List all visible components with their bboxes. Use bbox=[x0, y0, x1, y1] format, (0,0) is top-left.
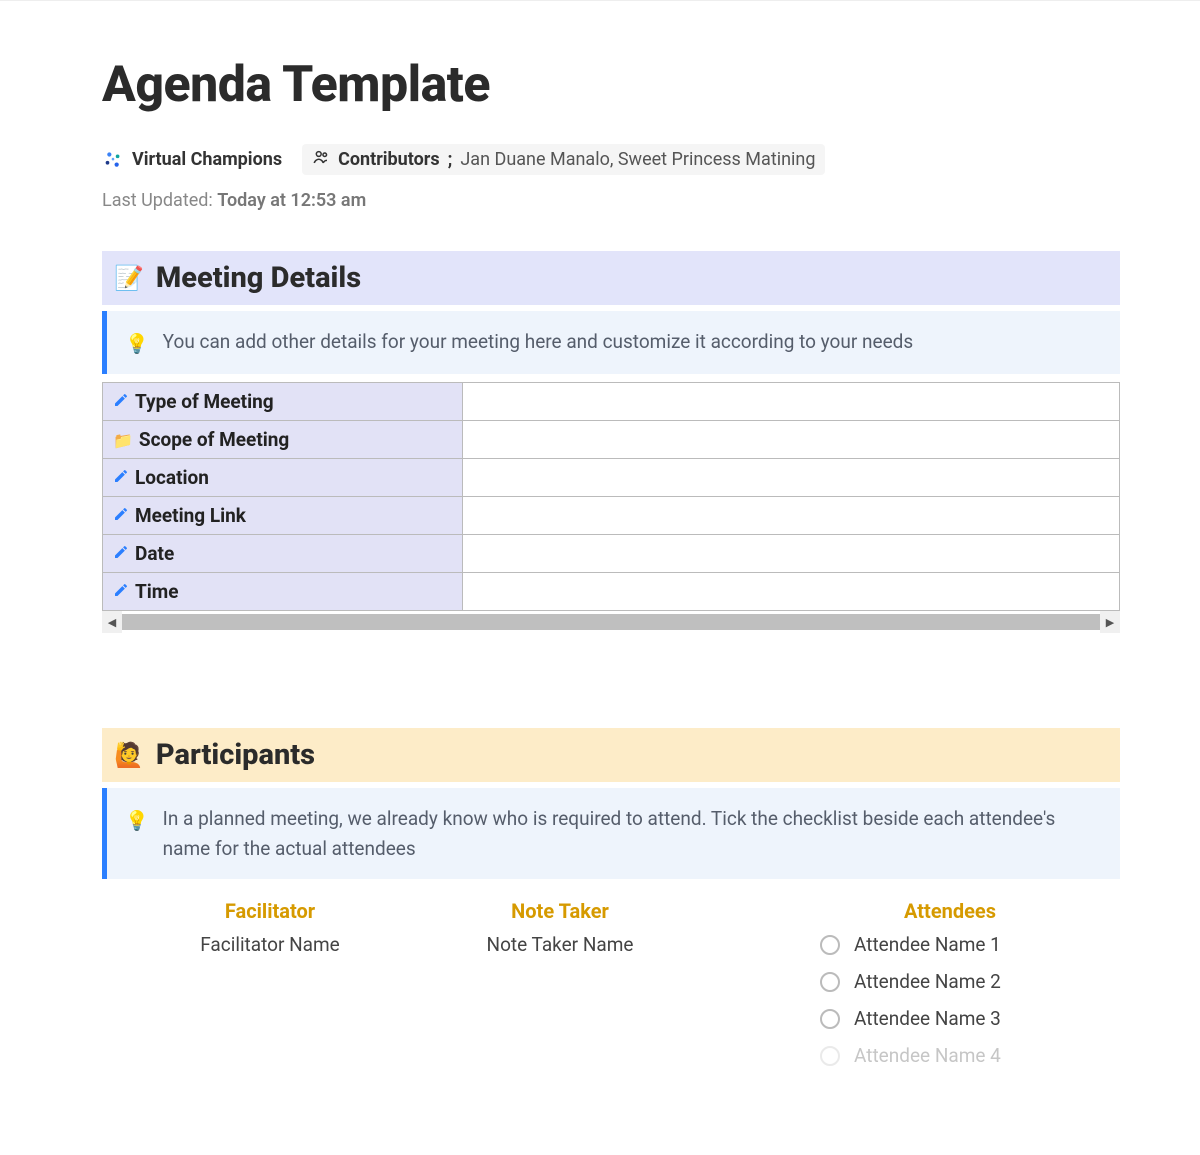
attendee-checkbox[interactable] bbox=[820, 972, 840, 992]
pencil-icon bbox=[113, 390, 129, 413]
detail-label: Location bbox=[135, 466, 209, 489]
bulb-icon: 💡 bbox=[125, 806, 149, 835]
pencil-icon bbox=[113, 466, 129, 489]
contributors-chip[interactable]: Contributors; Jan Duane Manalo, Sweet Pr… bbox=[302, 144, 825, 175]
attendee-name: Attendee Name 4 bbox=[854, 1044, 1001, 1067]
section-header-meeting-details: 📝 Meeting Details bbox=[102, 251, 1120, 305]
table-row: Time bbox=[103, 573, 1120, 611]
facilitator-header: Facilitator bbox=[140, 899, 400, 923]
detail-label-cell: Meeting Link bbox=[103, 497, 463, 535]
attendee-row: Attendee Name 2 bbox=[820, 970, 1120, 993]
detail-label: Type of Meeting bbox=[135, 390, 274, 413]
callout-text: You can add other details for your meeti… bbox=[163, 327, 914, 356]
details-table: Type of Meeting📁 Scope of Meeting Location… bbox=[102, 382, 1120, 611]
detail-label-cell: Date bbox=[103, 535, 463, 573]
callout-details: 💡 You can add other details for your mee… bbox=[102, 311, 1120, 374]
detail-label-cell: 📁 Scope of Meeting bbox=[103, 421, 463, 459]
attendee-checkbox[interactable] bbox=[820, 1009, 840, 1029]
scroll-right-icon[interactable]: ▶ bbox=[1100, 611, 1120, 633]
attendee-row: Attendee Name 3 bbox=[820, 1007, 1120, 1030]
team-name: Virtual Champions bbox=[132, 149, 282, 170]
attendee-checkbox[interactable] bbox=[820, 1046, 840, 1066]
people-icon bbox=[312, 148, 330, 171]
participants-columns: Facilitator Facilitator Name Note Taker … bbox=[102, 887, 1120, 1081]
facilitator-value[interactable]: Facilitator Name bbox=[140, 933, 400, 956]
horizontal-scrollbar[interactable]: ◀ ▶ bbox=[102, 611, 1120, 633]
table-row: Type of Meeting bbox=[103, 383, 1120, 421]
detail-label: Date bbox=[135, 542, 174, 565]
attendee-checkbox[interactable] bbox=[820, 935, 840, 955]
detail-label-cell: Location bbox=[103, 459, 463, 497]
detail-value-cell[interactable] bbox=[463, 535, 1120, 573]
attendees-column: Attendees Attendee Name 1 Attendee Name 2… bbox=[720, 899, 1120, 1081]
meta-row: Virtual Champions Contributors; Jan Duan… bbox=[102, 144, 1120, 175]
notepad-icon: 📝 bbox=[114, 264, 144, 292]
callout-text: In a planned meeting, we already know wh… bbox=[163, 804, 1102, 863]
facilitator-column: Facilitator Facilitator Name bbox=[140, 899, 400, 1081]
scroll-track[interactable] bbox=[122, 614, 1100, 630]
team-icon bbox=[102, 149, 124, 171]
table-row: Date bbox=[103, 535, 1120, 573]
detail-label-cell: Type of Meeting bbox=[103, 383, 463, 421]
detail-label-cell: Time bbox=[103, 573, 463, 611]
pencil-icon bbox=[113, 542, 129, 565]
attendee-name: Attendee Name 2 bbox=[854, 970, 1001, 993]
detail-label: Meeting Link bbox=[135, 504, 246, 527]
detail-value-cell[interactable] bbox=[463, 497, 1120, 535]
bulb-icon: 💡 bbox=[125, 329, 149, 358]
last-updated-value: Today at 12:53 am bbox=[217, 190, 366, 211]
contributors-label: Contributors bbox=[338, 149, 440, 170]
page-title: Agenda Template bbox=[102, 56, 1120, 114]
scroll-left-icon[interactable]: ◀ bbox=[102, 611, 122, 633]
detail-value-cell[interactable] bbox=[463, 421, 1120, 459]
detail-value-cell[interactable] bbox=[463, 383, 1120, 421]
table-row: Meeting Link bbox=[103, 497, 1120, 535]
last-updated-label: Last Updated: bbox=[102, 190, 213, 211]
table-row: Location bbox=[103, 459, 1120, 497]
detail-label: Scope of Meeting bbox=[139, 428, 289, 451]
callout-participants: 💡 In a planned meeting, we already know … bbox=[102, 788, 1120, 879]
section-header-participants: 🙋 Participants bbox=[102, 728, 1120, 782]
attendee-row: Attendee Name 1 bbox=[820, 933, 1120, 956]
notetaker-value[interactable]: Note Taker Name bbox=[400, 933, 720, 956]
raise-hand-icon: 🙋 bbox=[114, 741, 144, 769]
attendee-row: Attendee Name 4 bbox=[820, 1044, 1120, 1067]
detail-value-cell[interactable] bbox=[463, 573, 1120, 611]
attendee-name: Attendee Name 1 bbox=[854, 933, 1001, 956]
pencil-icon bbox=[113, 504, 129, 527]
attendee-name: Attendee Name 3 bbox=[854, 1007, 1001, 1030]
last-updated: Last Updated: Today at 12:53 am bbox=[102, 190, 1120, 211]
attendees-header: Attendees bbox=[780, 899, 1120, 923]
section-title: Participants bbox=[156, 738, 315, 772]
section-title: Meeting Details bbox=[156, 261, 361, 295]
notetaker-header: Note Taker bbox=[400, 899, 720, 923]
detail-value-cell[interactable] bbox=[463, 459, 1120, 497]
folder-icon: 📁 bbox=[113, 428, 133, 451]
notetaker-column: Note Taker Note Taker Name bbox=[400, 899, 720, 1081]
table-row: 📁 Scope of Meeting bbox=[103, 421, 1120, 459]
contributors-names: Jan Duane Manalo, Sweet Princess Matinin… bbox=[460, 149, 815, 170]
detail-label: Time bbox=[135, 580, 179, 603]
team-chip[interactable]: Virtual Champions bbox=[102, 149, 282, 171]
pencil-icon bbox=[113, 580, 129, 603]
